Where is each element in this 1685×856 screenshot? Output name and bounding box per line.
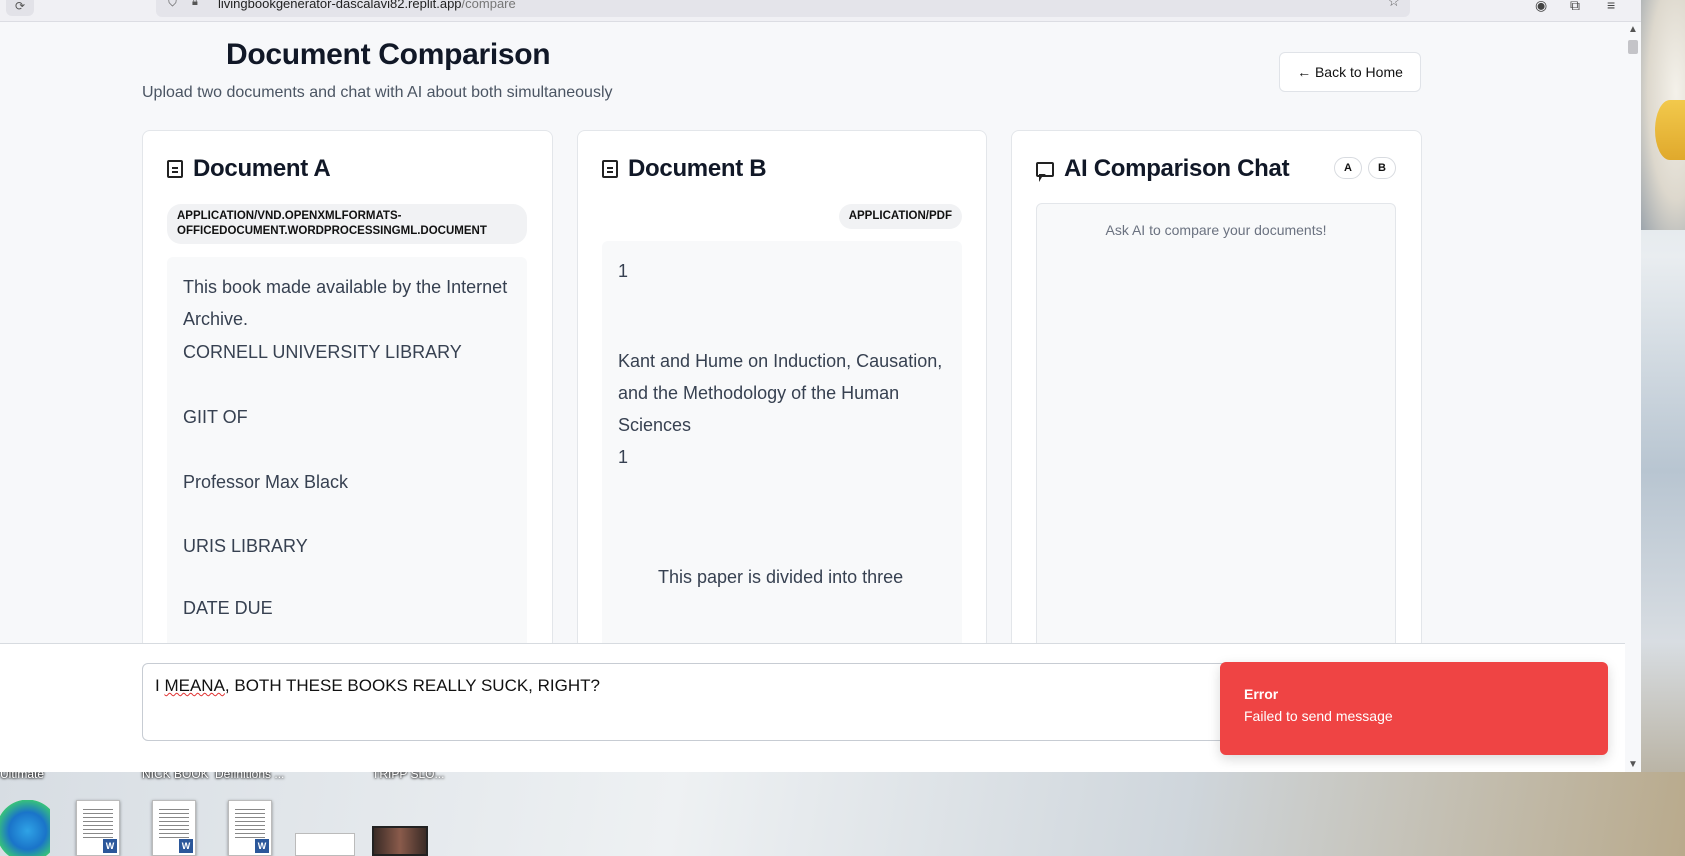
pelican-image — [1640, 0, 1685, 230]
document-b-page-number: 1 — [618, 447, 629, 467]
document-b-card: Document B APPLICATION/PDF 1 Kant and Hu… — [577, 130, 987, 650]
ai-chat-title: AI Comparison Chat — [1064, 155, 1290, 182]
extensions-icon[interactable]: ⧉ — [1570, 0, 1580, 14]
document-b-header: Document B — [602, 155, 767, 183]
page-title: Document Comparison — [226, 38, 551, 71]
document-a-mime-badge: APPLICATION/VND.OPENXMLFORMATS-OFFICEDOC… — [167, 204, 527, 244]
chat-message-input[interactable]: I MEANA, BOTH THESE BOOKS REALLY SUCK, R… — [142, 663, 1242, 741]
document-b-mime-badge: APPLICATION/PDF — [838, 204, 962, 229]
ai-chat-card: AI Comparison Chat A B Ask AI to compare… — [1011, 130, 1422, 650]
menu-icon[interactable]: ≡ — [1607, 0, 1615, 13]
file-thumbnail-icon[interactable] — [295, 833, 355, 856]
edge-browser-icon[interactable] — [0, 800, 50, 856]
message-square-icon — [1036, 161, 1054, 182]
word-file-icon[interactable]: W — [228, 800, 272, 856]
chevron-up-icon[interactable]: ▲ — [1628, 24, 1638, 35]
document-a-chip: A — [1334, 157, 1362, 179]
input-text-rest: , BOTH THESE BOOKS REALLY SUCK, RIGHT? — [224, 676, 600, 695]
document-a-paragraph: CORNELL UNIVERSITY LIBRARY — [183, 342, 462, 362]
document-a-paragraph: DATE DUE — [183, 598, 273, 618]
error-toast[interactable]: Error Failed to send message — [1220, 662, 1608, 755]
document-a-card: Document A APPLICATION/VND.OPENXMLFORMAT… — [142, 130, 553, 650]
shield-icon[interactable]: ⛉ — [168, 0, 177, 8]
chat-empty-state: Ask AI to compare your documents! — [1105, 222, 1327, 238]
document-b-title-line: Kant and Hume on Induction, Causation, — [618, 351, 943, 371]
input-text-misspelled: MEANA — [164, 676, 225, 695]
document-b-title: Document B — [628, 155, 767, 182]
lock-icon[interactable]: 🔒︎ — [192, 0, 198, 8]
document-icon — [167, 160, 183, 178]
error-toast-message: Failed to send message — [1244, 708, 1393, 724]
browser-toolbar: ⟳ ⛉ 🔒︎ livingbookgenerator-dascalavi82.r… — [0, 0, 1641, 22]
word-file-icon[interactable]: W — [76, 800, 120, 856]
document-icon — [602, 160, 618, 178]
document-a-paragraph: This book made available by the Internet… — [183, 277, 512, 329]
document-b-page-number: 1 — [618, 261, 629, 281]
document-b-chip: B — [1368, 157, 1396, 179]
bookmark-star-icon[interactable]: ☆ — [1387, 0, 1400, 8]
document-a-paragraph: Professor Max Black — [183, 472, 349, 492]
chevron-down-icon[interactable]: ▼ — [1628, 759, 1638, 770]
document-b-title-line: and the Methodology of the Human Science… — [618, 383, 905, 435]
document-a-paragraph: URIS LIBRARY — [183, 536, 308, 556]
scrollbar-thumb[interactable] — [1628, 40, 1638, 54]
chat-messages-area: Ask AI to compare your documents! — [1036, 203, 1396, 649]
url-path: /compare — [461, 0, 516, 11]
document-a-content[interactable]: This book made available by the Internet… — [167, 257, 527, 649]
account-icon[interactable]: ◉ — [1535, 0, 1547, 14]
document-b-body-text: This paper is divided into three — [658, 567, 904, 587]
document-b-content[interactable]: 1 Kant and Hume on Induction, Causation,… — [602, 241, 962, 649]
error-toast-title: Error — [1244, 686, 1279, 702]
document-a-title: Document A — [193, 155, 331, 182]
url-host: livingbookgenerator-dascalavi82.replit.a… — [218, 0, 462, 11]
ai-chat-header: AI Comparison Chat — [1036, 155, 1290, 183]
browser-window: ⟳ ⛉ 🔒︎ livingbookgenerator-dascalavi82.r… — [0, 0, 1641, 772]
back-to-home-button[interactable]: ← Back to Home — [1279, 52, 1421, 92]
page-subtitle: Upload two documents and chat with AI ab… — [142, 84, 613, 101]
word-file-icon[interactable]: W — [152, 800, 196, 856]
video-thumbnail-icon[interactable] — [372, 826, 428, 856]
document-a-paragraph: GIIT OF — [183, 407, 248, 427]
reload-icon[interactable]: ⟳ — [6, 0, 34, 16]
desktop-background-right — [1640, 0, 1685, 856]
url-bar[interactable]: ⛉ 🔒︎ livingbookgenerator-dascalavi82.rep… — [156, 0, 1410, 17]
document-a-header: Document A — [167, 155, 331, 183]
page-scrollbar[interactable]: ▲ ▼ — [1625, 22, 1641, 772]
